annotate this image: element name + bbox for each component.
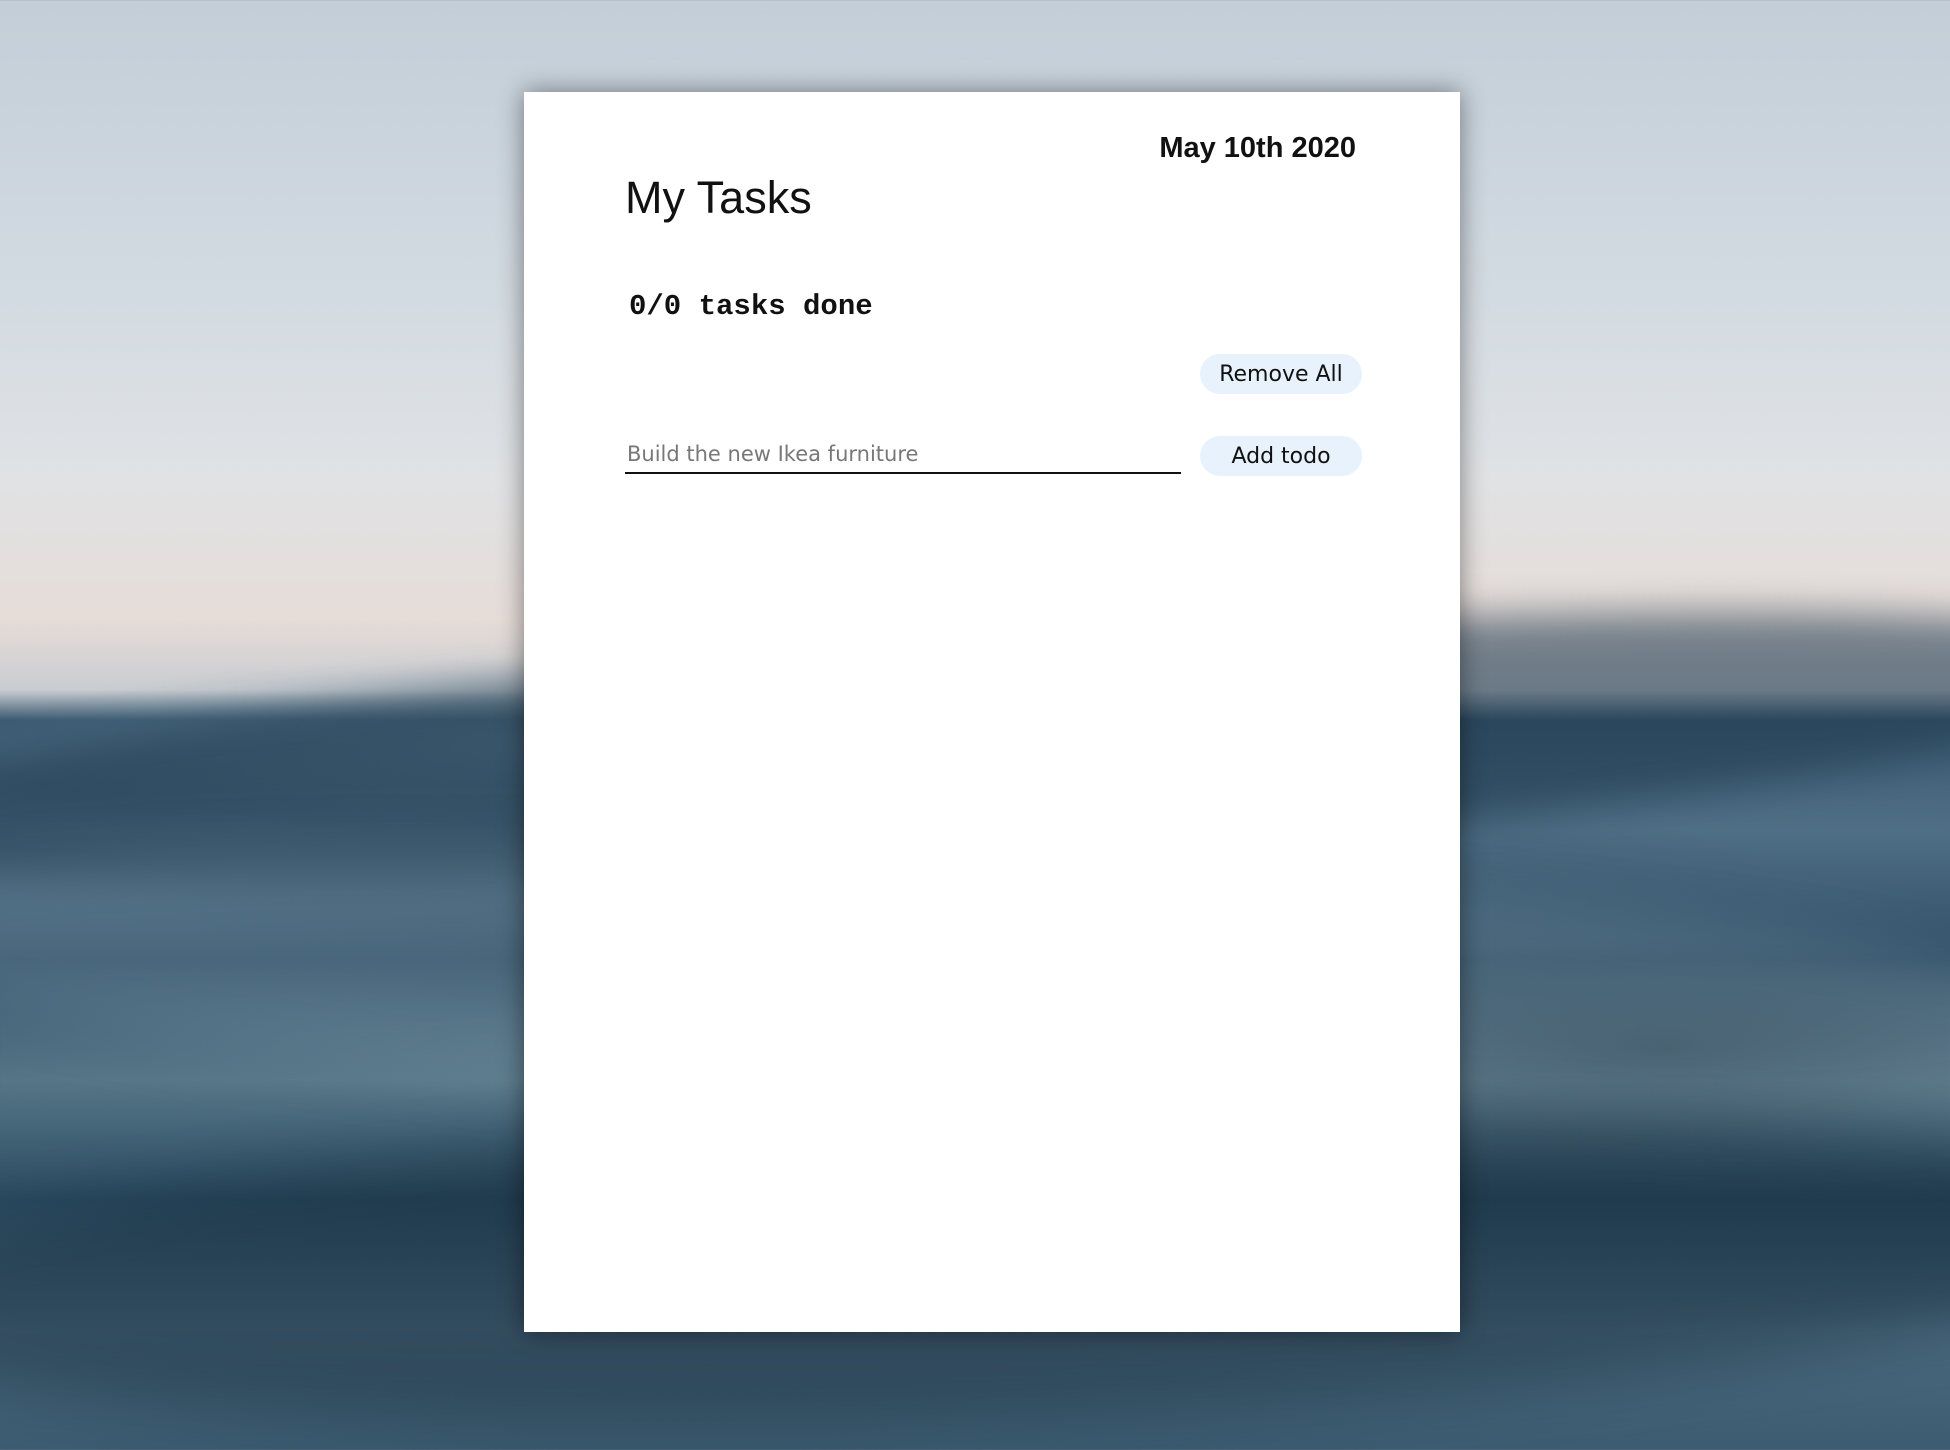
todo-card: May 10th 2020 My Tasks 0/0 tasks done Re… (524, 92, 1460, 1332)
page-title: My Tasks (625, 172, 812, 223)
add-todo-button[interactable]: Add todo (1200, 436, 1362, 476)
current-date: May 10th 2020 (1159, 132, 1356, 164)
remove-all-button[interactable]: Remove All (1200, 354, 1362, 394)
tasks-done-counter: 0/0 tasks done (629, 290, 873, 323)
new-todo-input[interactable] (625, 436, 1181, 474)
